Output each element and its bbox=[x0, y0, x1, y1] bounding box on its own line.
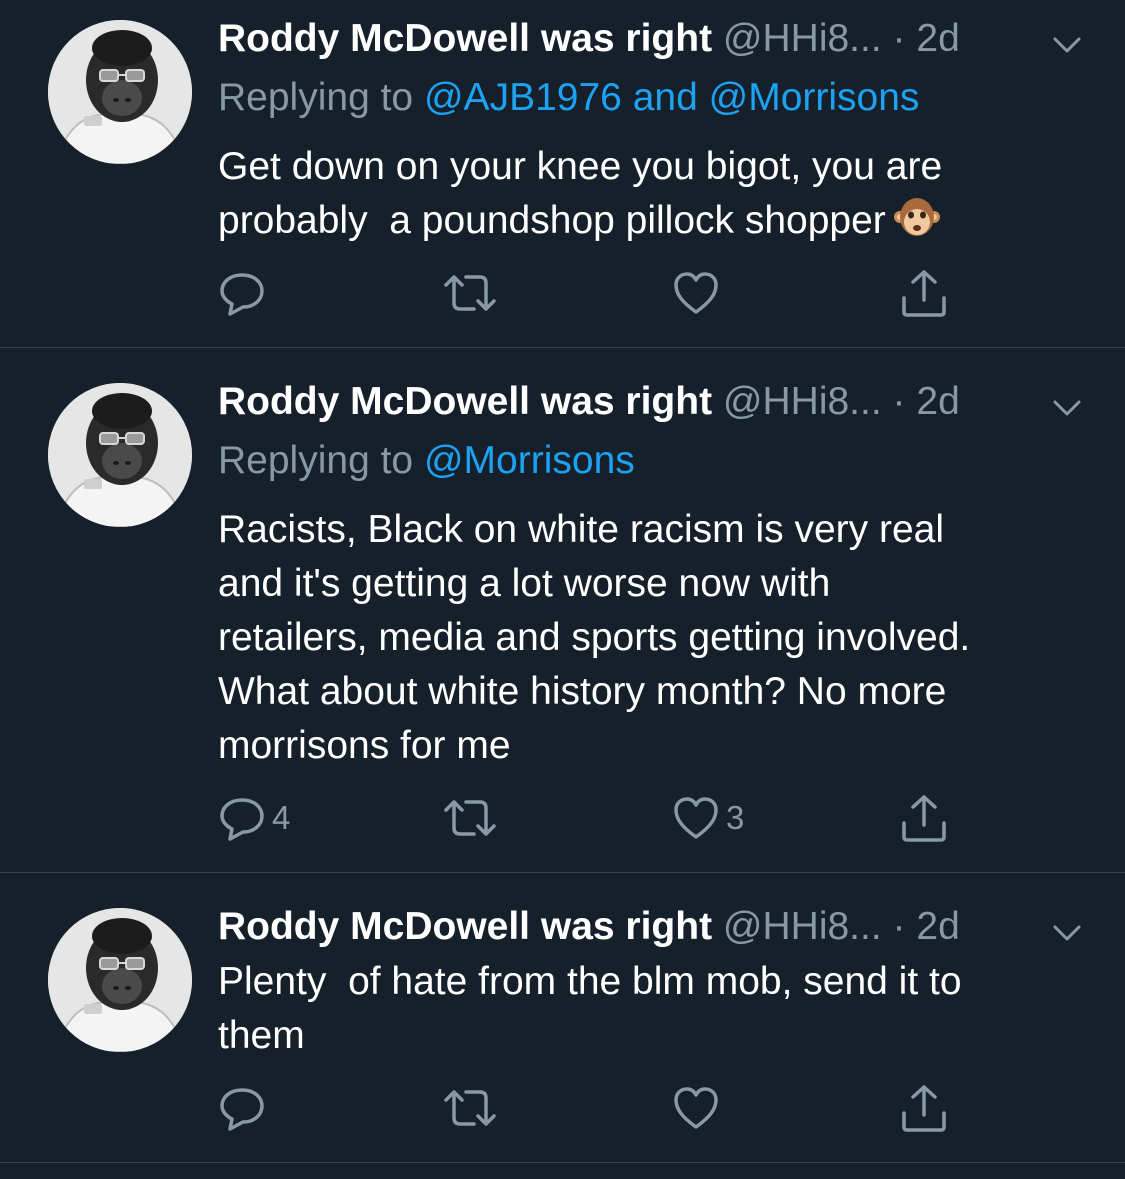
monkey-face-icon bbox=[893, 197, 940, 254]
mention-link[interactable]: @Morrisons bbox=[709, 76, 920, 119]
separator-dot: · bbox=[892, 905, 906, 948]
separator-dot: · bbox=[892, 17, 906, 60]
heart-icon bbox=[674, 797, 718, 839]
share-upload-icon bbox=[902, 270, 946, 317]
share-button[interactable] bbox=[900, 793, 948, 843]
chevron-down-icon[interactable] bbox=[1049, 386, 1085, 416]
reply-bubble-icon bbox=[220, 273, 264, 316]
share-upload-icon bbox=[902, 795, 946, 842]
chevron-down-icon[interactable] bbox=[1049, 23, 1085, 53]
avatar[interactable] bbox=[48, 20, 192, 164]
timestamp[interactable]: 2d bbox=[916, 380, 959, 423]
heart-icon bbox=[674, 272, 718, 314]
chevron-down-icon[interactable] bbox=[1049, 911, 1085, 941]
display-name[interactable]: Roddy McDowell was right bbox=[218, 17, 712, 60]
tweet-3[interactable]: Roddy McDowell was right @HHi8... · 2d P… bbox=[0, 873, 1125, 1163]
tweet-text: Racists, Black on white racism is very r… bbox=[218, 508, 971, 767]
timestamp[interactable]: 2d bbox=[916, 17, 959, 60]
replying-to: Replying to @Morrisons bbox=[218, 435, 635, 487]
heart-icon bbox=[674, 1087, 718, 1129]
reply-bubble-icon bbox=[220, 798, 264, 841]
timestamp[interactable]: 2d bbox=[916, 905, 959, 948]
like-button[interactable] bbox=[672, 1083, 726, 1133]
replying-prefix: Replying to bbox=[218, 439, 414, 482]
display-name[interactable]: Roddy McDowell was right bbox=[218, 905, 712, 948]
retweet-button[interactable] bbox=[442, 1083, 504, 1133]
tweet-header: Roddy McDowell was right @HHi8... · 2d bbox=[218, 13, 1085, 65]
reply-count: 4 bbox=[272, 799, 291, 836]
share-upload-icon bbox=[902, 1085, 946, 1132]
separator-dot: · bbox=[892, 380, 906, 423]
share-button[interactable] bbox=[900, 268, 948, 318]
display-name[interactable]: Roddy McDowell was right bbox=[218, 380, 712, 423]
reply-button[interactable] bbox=[218, 268, 272, 318]
retweet-button[interactable] bbox=[442, 793, 504, 843]
mention-joiner: and bbox=[632, 76, 698, 119]
like-count: 3 bbox=[726, 799, 745, 836]
retweet-arrows-icon bbox=[444, 1090, 496, 1126]
replying-to: Replying to @AJB1976 and @Morrisons bbox=[218, 72, 919, 124]
retweet-button[interactable] bbox=[442, 268, 504, 318]
retweet-arrows-icon bbox=[444, 800, 496, 836]
tweet-1[interactable]: Roddy McDowell was right @HHi8... · 2d R… bbox=[0, 0, 1125, 348]
tweet-header: Roddy McDowell was right @HHi8... · 2d bbox=[218, 901, 1085, 953]
tweet-text: Get down on your knee you bigot, you are… bbox=[218, 140, 1078, 254]
handle[interactable]: @HHi8... bbox=[723, 905, 882, 948]
reply-button[interactable] bbox=[218, 1083, 272, 1133]
share-button[interactable] bbox=[900, 1083, 948, 1133]
avatar[interactable] bbox=[48, 383, 192, 527]
tweet-body: Get down on your knee you bigot, you are… bbox=[218, 145, 943, 242]
tweet-text: Plenty of hate from the blm mob, send it… bbox=[218, 960, 962, 1057]
mention-link[interactable]: @AJB1976 bbox=[424, 76, 622, 119]
tweet-2[interactable]: Roddy McDowell was right @HHi8... · 2d R… bbox=[0, 348, 1125, 873]
mention-link[interactable]: @Morrisons bbox=[424, 439, 635, 482]
retweet-arrows-icon bbox=[444, 275, 496, 311]
handle[interactable]: @HHi8... bbox=[723, 17, 882, 60]
avatar[interactable] bbox=[48, 908, 192, 1052]
handle[interactable]: @HHi8... bbox=[723, 380, 882, 423]
like-button[interactable]: 3 bbox=[672, 793, 744, 843]
reply-button[interactable]: 4 bbox=[218, 793, 290, 843]
replying-prefix: Replying to bbox=[218, 76, 414, 119]
like-button[interactable] bbox=[672, 268, 726, 318]
tweet-header: Roddy McDowell was right @HHi8... · 2d bbox=[218, 376, 1085, 428]
reply-bubble-icon bbox=[220, 1088, 264, 1131]
